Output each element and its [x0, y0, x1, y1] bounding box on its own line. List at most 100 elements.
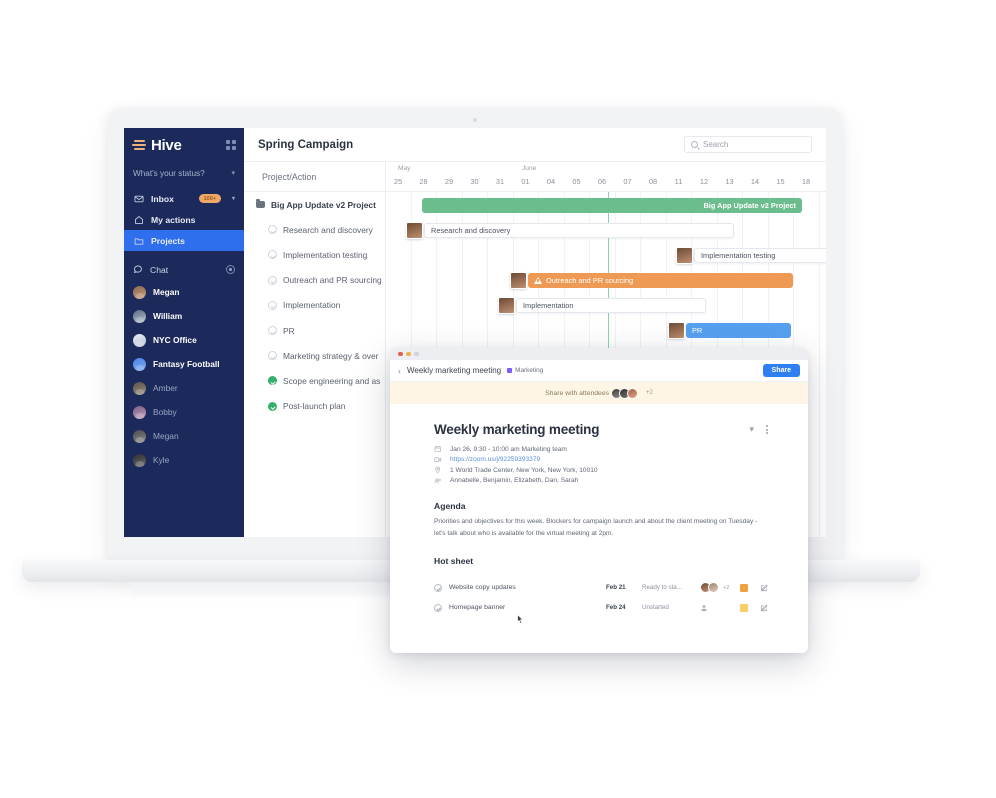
chevron-down-icon[interactable]: ▾ [232, 195, 235, 202]
sidebar-person-bobby[interactable]: Bobby [124, 400, 244, 424]
task-row[interactable]: Marketing strategy & over [244, 343, 385, 368]
sidebar-section-chat[interactable]: Chat [124, 259, 244, 280]
day-label: 15 [776, 177, 785, 186]
month-label: June [522, 165, 537, 172]
edit-icon[interactable] [760, 604, 768, 612]
gantt-bar-label: Research and discovery [431, 226, 511, 235]
checkbox-icon[interactable] [268, 401, 277, 411]
sidebar-person-amber[interactable]: Amber [124, 376, 244, 400]
status-selector[interactable]: What's your status? ▾ [124, 162, 244, 184]
chat-label: Chat [150, 264, 169, 275]
warning-icon [534, 277, 542, 284]
avatar [133, 405, 146, 419]
maximize-icon[interactable] [414, 351, 419, 357]
minimize-icon[interactable] [406, 351, 411, 357]
chevron-down-icon: ▾ [231, 170, 235, 177]
day-label: 18 [801, 177, 811, 186]
calendar-icon [434, 445, 442, 453]
meta-text: 1 World Trade Center, New York, New York… [450, 466, 598, 474]
list-item[interactable]: Website copy updates Feb 21 Ready to sta… [434, 578, 768, 598]
new-chat-icon[interactable] [226, 265, 235, 274]
agenda-body: Priorities and objectives for this week.… [434, 517, 758, 537]
more-options-icon[interactable] [766, 424, 768, 435]
share-button[interactable]: Share [762, 364, 800, 377]
sidebar-person-william[interactable]: William [124, 304, 244, 328]
meta-text: Annabelle, Benjamin, Elizabeth, Dan, Sar… [450, 477, 579, 484]
meeting-title-row: Weekly marketing meeting ▾ [434, 422, 768, 437]
gantt-bar[interactable]: Implementation [516, 298, 706, 313]
window-chrome [390, 348, 808, 360]
gantt-bar[interactable]: PR [686, 323, 791, 338]
checkbox-icon[interactable] [268, 300, 277, 310]
label-swatch[interactable] [740, 583, 748, 592]
laptop-camera [473, 118, 477, 122]
mail-icon [133, 193, 144, 204]
task-assignees[interactable]: +2 [700, 582, 740, 594]
page-title: Spring Campaign [258, 138, 354, 151]
edit-icon[interactable] [760, 584, 768, 592]
close-icon[interactable] [398, 351, 403, 357]
sidebar-item-inbox[interactable]: Inbox 100+ ▾ [124, 188, 244, 209]
gantt-bar[interactable]: Outreach and PR sourcing [528, 273, 793, 288]
sidebar-item-my-actions[interactable]: My actions [124, 209, 244, 230]
app-switcher-icon[interactable] [226, 140, 236, 150]
sidebar-person-kyle[interactable]: Kyle [124, 448, 244, 472]
gantt-bar[interactable]: Implementation testing [694, 248, 826, 263]
task-date: Feb 21 [606, 584, 626, 592]
person-name: Bobby [153, 407, 177, 417]
folder-icon [133, 235, 144, 246]
bar-avatar [510, 272, 527, 289]
checkbox-icon[interactable] [268, 250, 277, 260]
sidebar-person-nyc-office[interactable]: NYC Office [124, 328, 244, 352]
gantt-bar-label: Implementation testing [701, 251, 776, 260]
chevron-down-icon[interactable]: ▾ [749, 424, 754, 435]
attendee-overflow-count: +2 [646, 390, 653, 396]
day-label: 08 [648, 177, 658, 186]
sidebar-person-megan-2[interactable]: Megan [124, 424, 244, 448]
label-swatch[interactable] [740, 603, 748, 612]
checkbox-icon[interactable] [268, 275, 277, 285]
list-item[interactable]: Homepage banner Feb 24 Unstarted [434, 598, 768, 618]
sidebar-person-megan-1[interactable]: Megan [124, 280, 244, 304]
task-row[interactable]: Implementation testing [244, 242, 385, 267]
day-label: 04 [546, 177, 556, 186]
task-row[interactable]: PR [244, 318, 385, 343]
gantt-bar[interactable]: Big App Update v2 Project [422, 198, 802, 213]
checkbox-icon[interactable] [268, 326, 277, 336]
gantt-bar-label: Big App Update v2 Project [703, 201, 796, 210]
checkbox-icon[interactable] [268, 376, 277, 386]
task-row[interactable]: Research and discovery [244, 217, 385, 242]
search-input[interactable]: Search [684, 136, 812, 153]
task-row[interactable]: Post-launch plan [244, 394, 385, 419]
hive-logo-icon [132, 139, 146, 151]
gridline [818, 192, 820, 537]
task-row[interactable]: Big App Update v2 Project [244, 192, 385, 217]
checkbox-icon[interactable] [268, 225, 277, 235]
topbar: Spring Campaign Search [244, 128, 826, 162]
task-row[interactable]: Outreach and PR sourcing [244, 268, 385, 293]
checkbox-icon[interactable] [268, 351, 277, 361]
sidebar-item-projects[interactable]: Projects [124, 230, 244, 251]
meeting-meta-link[interactable]: https://zoom.us/j/92259393379 [434, 456, 768, 464]
task-column-header: Project/Action [244, 162, 385, 192]
checkbox-icon[interactable] [434, 603, 442, 612]
people-icon [434, 477, 442, 485]
gantt-bar[interactable]: Research and discovery [424, 223, 734, 238]
back-icon[interactable]: ‹ [398, 366, 401, 376]
meeting-window[interactable]: ‹ Weekly marketing meeting Marketing Sha… [390, 348, 808, 653]
person-name: Kyle [153, 455, 170, 465]
brand[interactable]: Hive [124, 128, 244, 162]
tag-label: Marketing [515, 367, 544, 374]
avatar [133, 381, 146, 395]
hot-sheet-list: Website copy updates Feb 21 Ready to sta… [434, 578, 768, 618]
sidebar-person-fantasy-football[interactable]: Fantasy Football [124, 352, 244, 376]
person-name: Megan [153, 431, 179, 441]
task-assignees[interactable] [700, 604, 740, 612]
share-attendees-banner[interactable]: Share with attendees +2 [390, 382, 808, 404]
checkbox-icon[interactable] [434, 583, 442, 592]
tag-color-swatch [507, 368, 513, 373]
divider [124, 251, 244, 259]
person-icon [700, 604, 708, 612]
task-row[interactable]: Implementation [244, 293, 385, 318]
task-row[interactable]: Scope engineering and as [244, 368, 385, 393]
